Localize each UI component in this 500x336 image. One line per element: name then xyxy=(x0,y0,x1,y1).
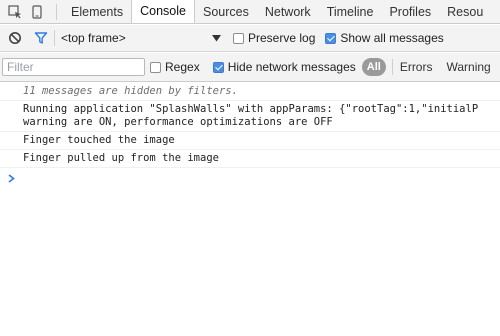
device-mode-icon[interactable] xyxy=(28,3,46,21)
filter-input[interactable] xyxy=(2,58,145,76)
tab-console[interactable]: Console xyxy=(131,0,195,23)
tab-profiles[interactable]: Profiles xyxy=(381,0,439,23)
console-filter-bar: Regex Hide network messages All Errors W… xyxy=(0,53,500,82)
level-divider xyxy=(391,59,393,75)
prompt-chevron-icon xyxy=(8,173,15,183)
dropdown-arrow-icon xyxy=(212,31,221,45)
regex-label: Regex xyxy=(165,60,200,74)
console-message: Running application "SplashWalls" with a… xyxy=(0,101,500,132)
hide-network-label: Hide network messages xyxy=(227,60,356,74)
toolbar-divider xyxy=(56,3,57,20)
console-context-bar: <top frame> Preserve log Show all messag… xyxy=(0,25,500,52)
level-warnings-button[interactable]: Warning xyxy=(446,60,490,74)
inspect-icon[interactable] xyxy=(6,3,24,21)
filter-icon[interactable] xyxy=(32,29,50,47)
tab-elements[interactable]: Elements xyxy=(63,0,131,23)
hide-network-checkbox[interactable] xyxy=(212,61,224,73)
preserve-log-checkbox[interactable] xyxy=(233,32,244,44)
tab-resources[interactable]: Resou xyxy=(439,0,491,23)
regex-checkbox[interactable] xyxy=(150,61,161,73)
frame-selector[interactable]: <top frame> xyxy=(61,31,221,45)
hidden-messages-notice: 11 messages are hidden by filters. xyxy=(0,83,500,101)
tab-timeline[interactable]: Timeline xyxy=(319,0,382,23)
devtools-tab-bar: Elements Console Sources Network Timelin… xyxy=(0,0,500,24)
console-message: Finger touched the image xyxy=(0,132,500,150)
tab-sources[interactable]: Sources xyxy=(195,0,257,23)
frame-selector-label: <top frame> xyxy=(61,31,126,45)
level-all-button[interactable]: All xyxy=(361,58,386,76)
console-prompt[interactable] xyxy=(0,168,500,185)
preserve-log-label: Preserve log xyxy=(248,31,316,45)
level-errors-button[interactable]: Errors xyxy=(400,60,433,74)
console-messages: 11 messages are hidden by filters. Runni… xyxy=(0,83,500,185)
tab-network[interactable]: Network xyxy=(257,0,319,23)
clear-console-icon[interactable] xyxy=(6,29,24,47)
context-divider xyxy=(54,30,55,46)
console-message: Finger pulled up from the image xyxy=(0,150,500,168)
show-all-messages-label: Show all messages xyxy=(340,31,444,45)
show-all-messages-checkbox[interactable] xyxy=(325,32,337,44)
